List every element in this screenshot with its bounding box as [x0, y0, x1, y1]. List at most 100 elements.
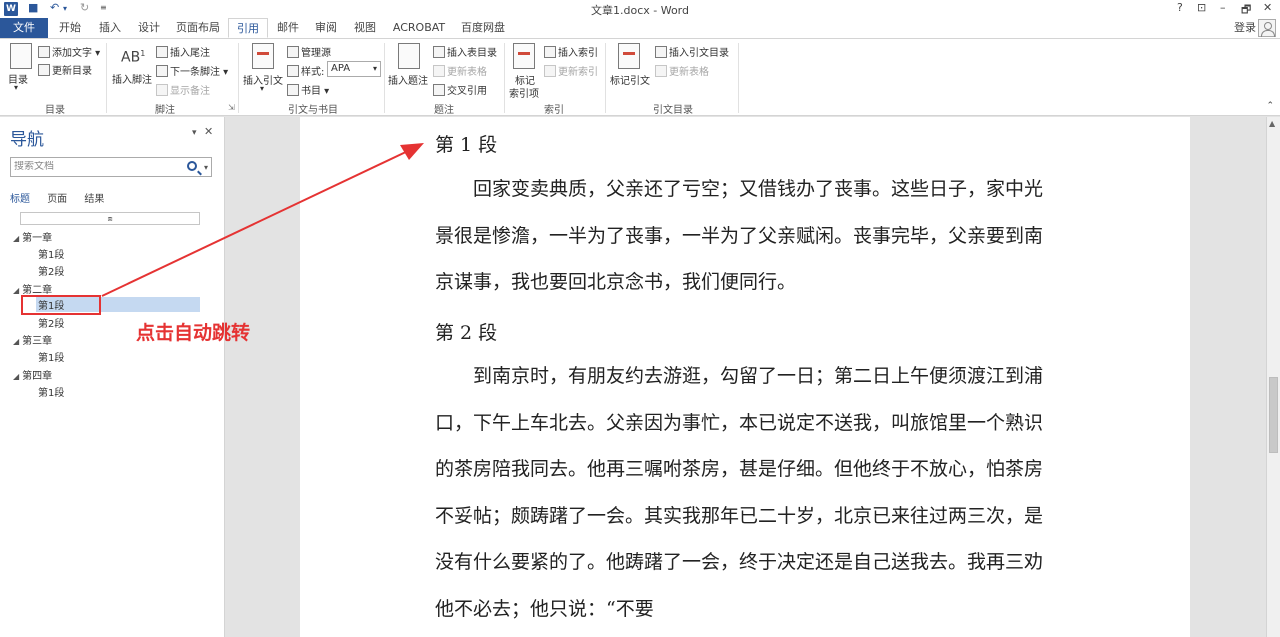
- update-toc-button[interactable]: 更新目录: [38, 62, 92, 77]
- nav-heading-chapter-2[interactable]: ◢ 第二章: [13, 281, 52, 296]
- search-document-input[interactable]: [14, 161, 182, 172]
- cross-reference-button[interactable]: 交叉引用: [433, 82, 487, 97]
- mark-citation-button[interactable]: 标记引文: [610, 72, 650, 87]
- expand-triangle-icon[interactable]: ◢: [13, 372, 19, 381]
- expand-triangle-icon[interactable]: ◢: [13, 286, 19, 295]
- insert-footnote-button[interactable]: 插入脚注: [112, 71, 152, 86]
- scrollbar-thumb[interactable]: [1269, 377, 1278, 453]
- tab-acrobat[interactable]: ACROBAT: [388, 18, 450, 38]
- document-heading-1[interactable]: 第 1 段: [435, 130, 497, 157]
- nav-heading-chapter-4[interactable]: ◢ 第四章: [13, 367, 52, 382]
- group-label-index: 索引: [544, 105, 564, 116]
- help-button[interactable]: ?: [1177, 1, 1183, 14]
- nav-close-icon[interactable]: ✕: [204, 125, 213, 138]
- minimize-button[interactable]: –: [1220, 1, 1226, 14]
- insert-endnote-button[interactable]: 插入尾注: [156, 44, 210, 59]
- group-label-toc: 目录: [45, 105, 65, 116]
- manage-sources-button[interactable]: 管理源: [287, 44, 331, 59]
- document-page[interactable]: 第 1 段 回家变卖典质，父亲还了亏空；又借钱办了丧事。这些日子，家中光景很是惨…: [300, 117, 1190, 637]
- insert-toa-icon: [655, 46, 667, 58]
- style-icon: [287, 65, 299, 77]
- nav-tabs: 标题 页面 结果: [10, 190, 118, 205]
- close-button[interactable]: ✕: [1263, 1, 1272, 14]
- insert-table-of-figures-button[interactable]: 插入表目录: [433, 44, 497, 59]
- nav-heading-ch3-para1[interactable]: 第1段: [38, 349, 64, 364]
- bibliography-button[interactable]: 书目 ▾: [287, 82, 329, 97]
- navigation-pane: 导航 ▾ ✕ ▾ 标题 页面 结果 ⧈ ◢第一章 第1段 第2段 ◢第二章 第1…: [0, 117, 225, 637]
- tab-design[interactable]: 设计: [131, 18, 167, 38]
- search-document-field[interactable]: ▾: [10, 157, 212, 177]
- tab-baidu-netdisk[interactable]: 百度网盘: [455, 18, 511, 38]
- nav-heading-chapter-3[interactable]: ◢ 第三章: [13, 332, 52, 347]
- nav-tab-results[interactable]: 结果: [84, 190, 104, 205]
- mark-entry-icon: [513, 43, 535, 69]
- search-icon[interactable]: [187, 161, 197, 171]
- ribbon-divider: [605, 43, 606, 113]
- tab-mailings[interactable]: 邮件: [270, 18, 306, 38]
- update-table-icon: [433, 65, 445, 77]
- nav-heading-ch1-para1[interactable]: 第1段: [38, 246, 64, 261]
- tab-review[interactable]: 审阅: [308, 18, 344, 38]
- insert-caption-button[interactable]: 插入题注: [388, 72, 428, 87]
- update-index-button[interactable]: 更新索引: [544, 63, 598, 78]
- insert-index-button[interactable]: 插入索引: [544, 44, 598, 59]
- login-link[interactable]: 登录: [1234, 18, 1256, 38]
- update-toa-button[interactable]: 更新表格: [655, 63, 709, 78]
- tab-page-layout[interactable]: 页面布局: [171, 18, 225, 38]
- document-heading-2[interactable]: 第 2 段: [435, 318, 497, 345]
- expand-triangle-icon[interactable]: ◢: [13, 337, 19, 346]
- mark-entry-button-line2[interactable]: 索引项: [509, 85, 539, 100]
- ribbon-display-options-button[interactable]: ⊡: [1197, 1, 1206, 14]
- insert-table-of-authorities-button[interactable]: 插入引文目录: [655, 44, 729, 59]
- search-options-dropdown-icon[interactable]: ▾: [204, 159, 208, 177]
- nav-heading-ch4-para1[interactable]: 第1段: [38, 384, 64, 399]
- update-table-button[interactable]: 更新表格: [433, 63, 487, 78]
- nav-tab-pages[interactable]: 页面: [47, 190, 67, 205]
- tab-home[interactable]: 开始: [52, 18, 88, 38]
- tab-references[interactable]: 引用: [228, 18, 268, 38]
- collapse-headings-bar[interactable]: ⧈: [20, 212, 200, 225]
- scroll-up-arrow-icon[interactable]: ▲: [1269, 119, 1275, 128]
- citation-style-select[interactable]: APA ▾: [327, 61, 381, 77]
- nav-heading-ch2-para2[interactable]: 第2段: [38, 315, 64, 330]
- expand-triangle-icon[interactable]: ◢: [13, 234, 19, 243]
- avatar-icon[interactable]: [1258, 19, 1276, 37]
- mark-citation-icon: [618, 43, 640, 69]
- footnote-dialog-launcher-icon[interactable]: ⇲: [228, 103, 235, 112]
- show-notes-button[interactable]: 显示备注: [156, 82, 210, 97]
- document-paragraph-2[interactable]: 到南京时，有朋友约去游逛，勾留了一日；第二日上午便须渡江到浦口，下午上车北去。父…: [435, 353, 1045, 632]
- nav-heading-ch1-para2[interactable]: 第2段: [38, 263, 64, 278]
- nav-tab-headings[interactable]: 标题: [10, 190, 30, 205]
- nav-pane-controls: ▾ ✕: [192, 125, 213, 138]
- vertical-scrollbar[interactable]: ▲: [1266, 117, 1280, 637]
- ribbon-divider: [106, 43, 107, 113]
- toc-dropdown-icon[interactable]: ▾: [14, 83, 18, 92]
- annotation-label: 点击自动跳转: [136, 322, 251, 344]
- insert-index-icon: [544, 46, 556, 58]
- window-title: 文章1.docx - Word: [590, 4, 689, 17]
- add-text-button[interactable]: 添加文字 ▾: [38, 44, 100, 59]
- document-paragraph-1[interactable]: 回家变卖典质，父亲还了亏空；又借钱办了丧事。这些日子，家中光景很是惨澹，一半为了…: [435, 166, 1045, 306]
- next-footnote-button[interactable]: 下一条脚注 ▾: [156, 63, 228, 78]
- nav-heading-chapter-1[interactable]: ◢ 第一章: [13, 229, 52, 244]
- ribbon-divider: [738, 43, 739, 113]
- collapse-ribbon-icon[interactable]: ⌃: [1266, 101, 1274, 111]
- insert-endnote-icon: [156, 46, 168, 58]
- show-notes-icon: [156, 84, 168, 96]
- tab-view[interactable]: 视图: [347, 18, 383, 38]
- chevron-down-icon: ▾: [372, 64, 377, 73]
- insert-footnote-icon: AB1: [121, 49, 146, 66]
- ribbon-divider: [504, 43, 505, 113]
- add-text-icon: [38, 46, 50, 58]
- word-window: W ■ ↶ ▾ ↻ ≡ 文章1.docx - Word ? ⊡ – 🗗 ✕ 文件…: [0, 0, 1280, 637]
- tab-file[interactable]: 文件: [0, 18, 48, 38]
- nav-options-dropdown-icon[interactable]: ▾: [192, 128, 197, 138]
- ribbon-tabs: 文件 开始 插入 设计 页面布局 引用 邮件 审阅 视图 ACROBAT 百度网…: [0, 18, 1280, 38]
- document-area[interactable]: 第 1 段 回家变卖典质，父亲还了亏空；又借钱办了丧事。这些日子，家中光景很是惨…: [226, 117, 1266, 637]
- title-bar: W ■ ↶ ▾ ↻ ≡ 文章1.docx - Word ? ⊡ – 🗗 ✕: [0, 0, 1280, 18]
- ribbon-divider: [238, 43, 239, 113]
- insert-citation-dropdown-icon[interactable]: ▾: [260, 84, 264, 93]
- group-label-captions: 题注: [434, 105, 454, 116]
- tab-insert[interactable]: 插入: [92, 18, 128, 38]
- bibliography-icon: [287, 84, 299, 96]
